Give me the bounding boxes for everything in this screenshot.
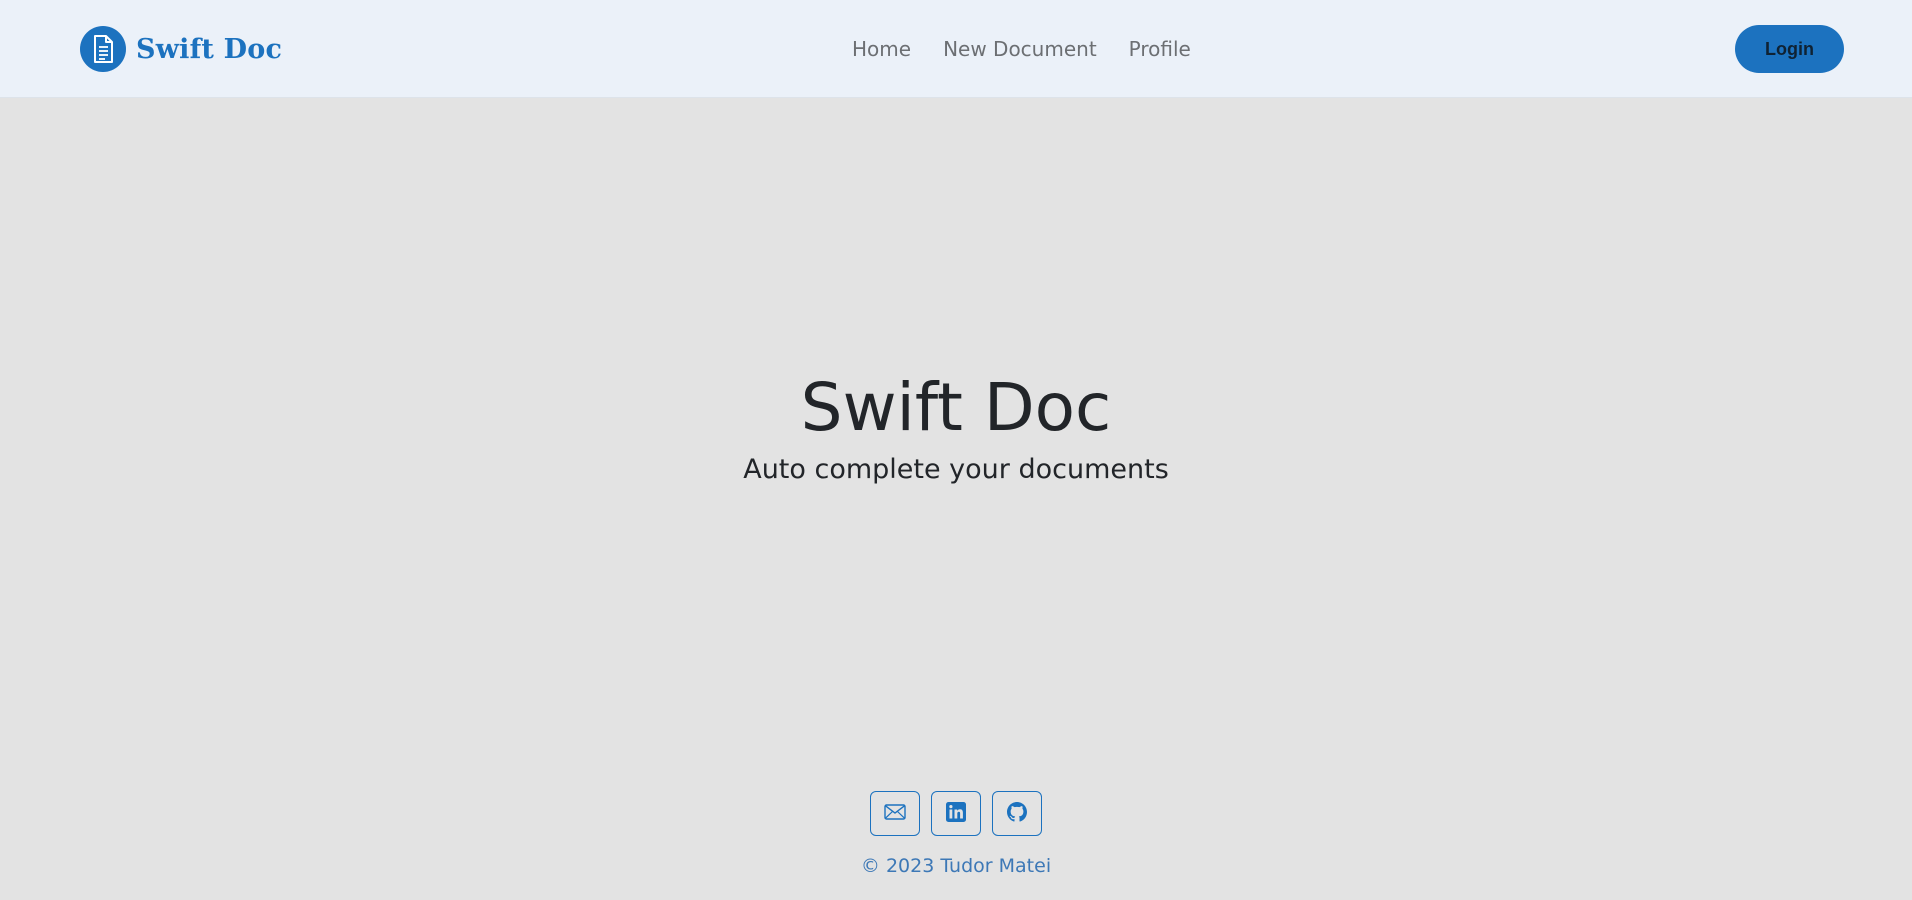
github-button[interactable] — [992, 791, 1042, 836]
hero-subtitle: Auto complete your documents — [743, 453, 1169, 485]
hero-section: Swift Doc Auto complete your documents — [0, 370, 1912, 487]
linkedin-button[interactable] — [931, 791, 981, 836]
social-links — [0, 791, 1912, 836]
login-button[interactable]: Login — [1735, 25, 1844, 73]
mail-icon — [884, 803, 906, 824]
hero-title: Swift Doc — [800, 369, 1112, 446]
document-icon — [80, 26, 126, 72]
brand-name: Swift Doc — [136, 33, 283, 65]
github-icon — [1007, 801, 1027, 826]
copyright: © 2023 Tudor Matei — [860, 855, 1052, 877]
nav-new-document[interactable]: New Document — [927, 37, 1113, 61]
nav-profile[interactable]: Profile — [1113, 37, 1207, 61]
nav-home[interactable]: Home — [836, 37, 927, 61]
main-nav: Home New Document Profile — [836, 0, 1207, 98]
linkedin-icon — [946, 801, 966, 826]
brand-link[interactable]: Swift Doc — [80, 26, 282, 72]
navbar: Swift Doc Home New Document Profile Logi… — [0, 0, 1912, 98]
email-button[interactable] — [870, 791, 920, 836]
